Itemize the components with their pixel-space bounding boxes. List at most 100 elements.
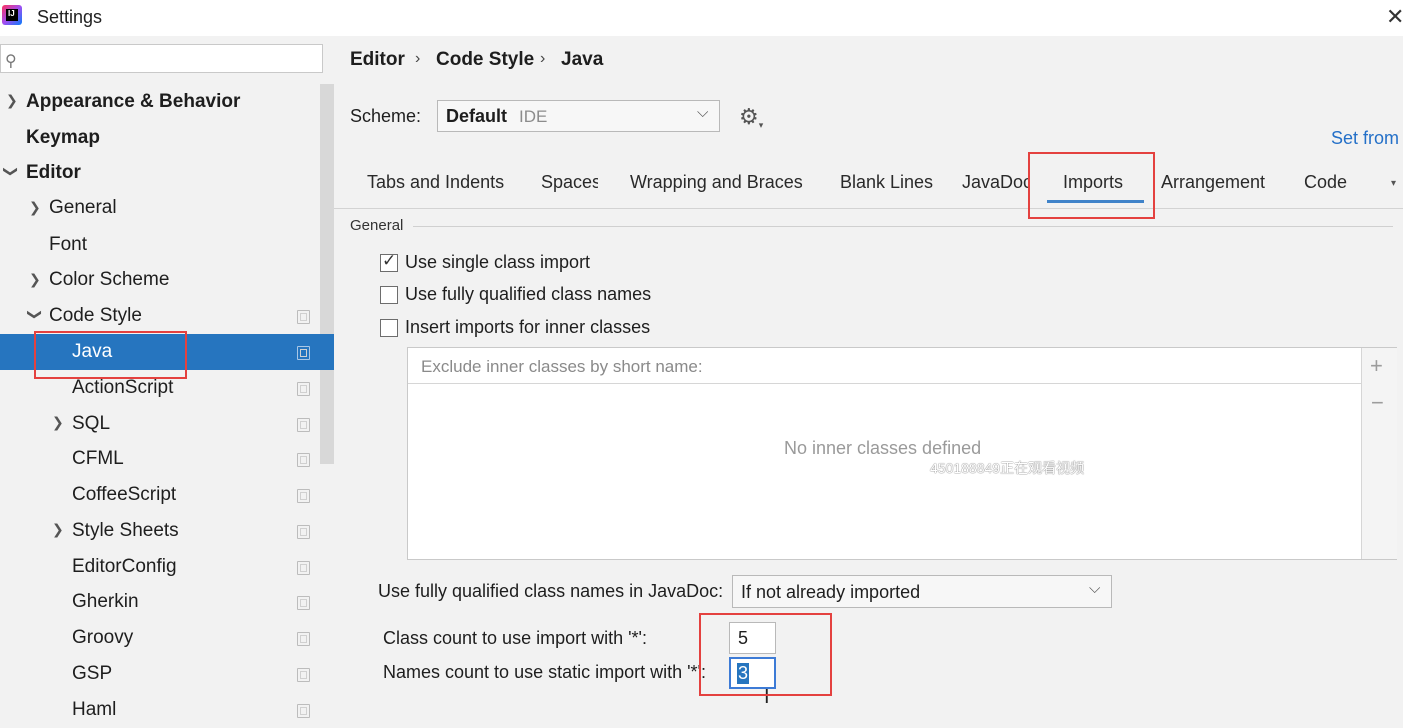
- chevron-right-icon[interactable]: ❯: [52, 414, 64, 431]
- sidebar-item-color-scheme[interactable]: Color Scheme: [49, 262, 169, 298]
- sidebar-item-style-sheets[interactable]: Style Sheets: [72, 513, 179, 549]
- chevron-right-icon[interactable]: ❯: [52, 521, 64, 538]
- sidebar-item-general[interactable]: General: [49, 190, 117, 226]
- use-single-class-import-label[interactable]: Use single class import: [405, 252, 590, 273]
- tab-arrangement[interactable]: Arrangement: [1161, 172, 1265, 193]
- gear-icon[interactable]: ⚙▾: [739, 104, 763, 131]
- sidebar-item-font[interactable]: Font: [49, 227, 87, 263]
- javadoc-value: If not already imported: [741, 582, 921, 602]
- sidebar-item-label: Appearance & Behavior: [26, 91, 241, 112]
- breadcrumb-java: Java: [561, 49, 604, 70]
- chevron-right-icon[interactable]: ❯: [6, 92, 18, 109]
- insert-imports-inner-classes-label[interactable]: Insert imports for inner classes: [405, 317, 650, 338]
- search-icon: ⚲: [5, 53, 17, 70]
- title-bar: [0, 0, 1403, 36]
- sidebar-item-label: Haml: [72, 699, 117, 720]
- names-count-label: Names count to use static import with '*…: [383, 662, 706, 682]
- copy-icon: [297, 346, 310, 360]
- video-watermark: 450188849正在观看视频: [930, 460, 1085, 476]
- sidebar-item-code-style[interactable]: Code Style: [49, 298, 142, 334]
- chevron-down-icon: ⌵: [1089, 580, 1101, 597]
- copy-icon: [297, 704, 310, 718]
- sidebar-item-coffeescript[interactable]: CoffeeScript: [72, 477, 176, 513]
- sidebar-item-keymap[interactable]: Keymap: [26, 120, 100, 156]
- tab-code[interactable]: Code: [1304, 172, 1347, 193]
- add-icon[interactable]: +: [1370, 353, 1383, 379]
- scheme-value: Default: [446, 106, 508, 126]
- sidebar-item-sql[interactable]: SQL: [72, 406, 110, 442]
- sidebar-item-label: Style Sheets: [72, 520, 179, 541]
- sidebar-item-label: Code Style: [49, 305, 142, 326]
- list-toolbar: [1361, 348, 1397, 559]
- sidebar-item-label: SQL: [72, 413, 111, 434]
- scheme-label: Scheme:: [350, 106, 422, 126]
- copy-icon: [297, 632, 310, 646]
- copy-icon: [297, 418, 310, 432]
- sidebar-item-gsp[interactable]: GSP: [72, 656, 112, 692]
- tab-spaces[interactable]: Spaces: [541, 172, 598, 193]
- tab-javadoc[interactable]: JavaDoc: [962, 172, 1030, 193]
- tab-wrapping-and-braces[interactable]: Wrapping and Braces: [630, 172, 803, 193]
- section-divider: [413, 226, 1393, 227]
- chevron-right-icon[interactable]: ❯: [29, 271, 41, 288]
- sidebar-item-gherkin[interactable]: Gherkin: [72, 584, 139, 620]
- window-title: Settings: [37, 7, 103, 27]
- breadcrumb-editor[interactable]: Editor: [350, 49, 405, 71]
- copy-icon: [297, 561, 310, 575]
- breadcrumb-code-style[interactable]: Code Style: [436, 49, 534, 71]
- chevron-down-icon[interactable]: ❯: [26, 309, 43, 321]
- sidebar-item-label: CoffeeScript: [72, 484, 177, 505]
- java-highlight-box: [34, 331, 187, 379]
- sidebar-item-groovy[interactable]: Groovy: [72, 620, 133, 656]
- sidebar-item-appearance-behavior[interactable]: Appearance & Behavior: [26, 84, 240, 120]
- class-count-label: Class count to use import with '*':: [383, 628, 647, 648]
- copy-icon: [297, 489, 310, 503]
- copy-icon: [297, 596, 310, 610]
- chevron-down-icon[interactable]: ❯: [2, 166, 19, 178]
- sidebar-item-label: ActionScript: [72, 377, 174, 398]
- sidebar-item-editor[interactable]: Editor: [26, 155, 81, 191]
- checkmark-icon: ✓: [382, 251, 397, 270]
- use-fully-qualified-class-names-checkbox[interactable]: [380, 286, 398, 304]
- breadcrumb-separator: ›: [415, 50, 421, 67]
- imports-tab-highlight-box: [1028, 152, 1155, 219]
- copy-icon: [297, 310, 310, 324]
- sidebar-item-cfml[interactable]: CFML: [72, 441, 124, 477]
- sidebar-item-label: General: [49, 197, 117, 218]
- chevron-right-icon[interactable]: ❯: [29, 199, 41, 216]
- tab-blank-lines[interactable]: Blank Lines: [840, 172, 933, 193]
- sidebar-item-haml[interactable]: Haml: [72, 692, 116, 728]
- tab-tabs-and-indents[interactable]: Tabs and Indents: [367, 172, 504, 193]
- intellij-logo-icon: IJ: [2, 5, 22, 25]
- count-inputs-highlight-box: [699, 613, 832, 696]
- copy-icon: [297, 453, 310, 467]
- section-title-general: General: [350, 217, 404, 234]
- sidebar-item-editorconfig[interactable]: EditorConfig: [72, 549, 177, 585]
- sidebar-item-label: Color Scheme: [49, 269, 170, 290]
- sidebar-item-label: GSP: [72, 663, 113, 684]
- copy-icon: [297, 382, 310, 396]
- sidebar-item-label: Keymap: [26, 127, 100, 148]
- close-icon[interactable]: ✕: [1386, 4, 1403, 30]
- sidebar-item-label: Font: [49, 234, 88, 255]
- use-single-class-import-checkbox[interactable]: ✓: [380, 251, 398, 272]
- sidebar-item-label: Gherkin: [72, 591, 139, 612]
- use-fully-qualified-class-names-label[interactable]: Use fully qualified class names: [405, 284, 651, 305]
- sidebar-scrollbar[interactable]: [320, 84, 334, 464]
- list-header-divider: [408, 383, 1362, 384]
- tabs-divider: [334, 208, 1403, 209]
- empty-list-text: No inner classes defined: [784, 438, 982, 458]
- sidebar-item-label: CFML: [72, 448, 124, 469]
- insert-imports-inner-classes-checkbox[interactable]: [380, 319, 398, 337]
- sidebar-item-label: Groovy: [72, 627, 134, 648]
- remove-icon[interactable]: −: [1371, 390, 1384, 416]
- sidebar-item-label: Editor: [26, 162, 81, 183]
- chevron-down-icon: ⌵: [697, 104, 709, 121]
- tabs-overflow-icon[interactable]: ▾: [1391, 178, 1396, 189]
- javadoc-label: Use fully qualified class names in JavaD…: [378, 581, 724, 601]
- list-header: Exclude inner classes by short name:: [421, 357, 703, 376]
- copy-icon: [297, 525, 310, 539]
- set-from-link[interactable]: Set from: [1331, 128, 1399, 149]
- copy-icon: [297, 668, 310, 682]
- search-input[interactable]: [0, 44, 323, 73]
